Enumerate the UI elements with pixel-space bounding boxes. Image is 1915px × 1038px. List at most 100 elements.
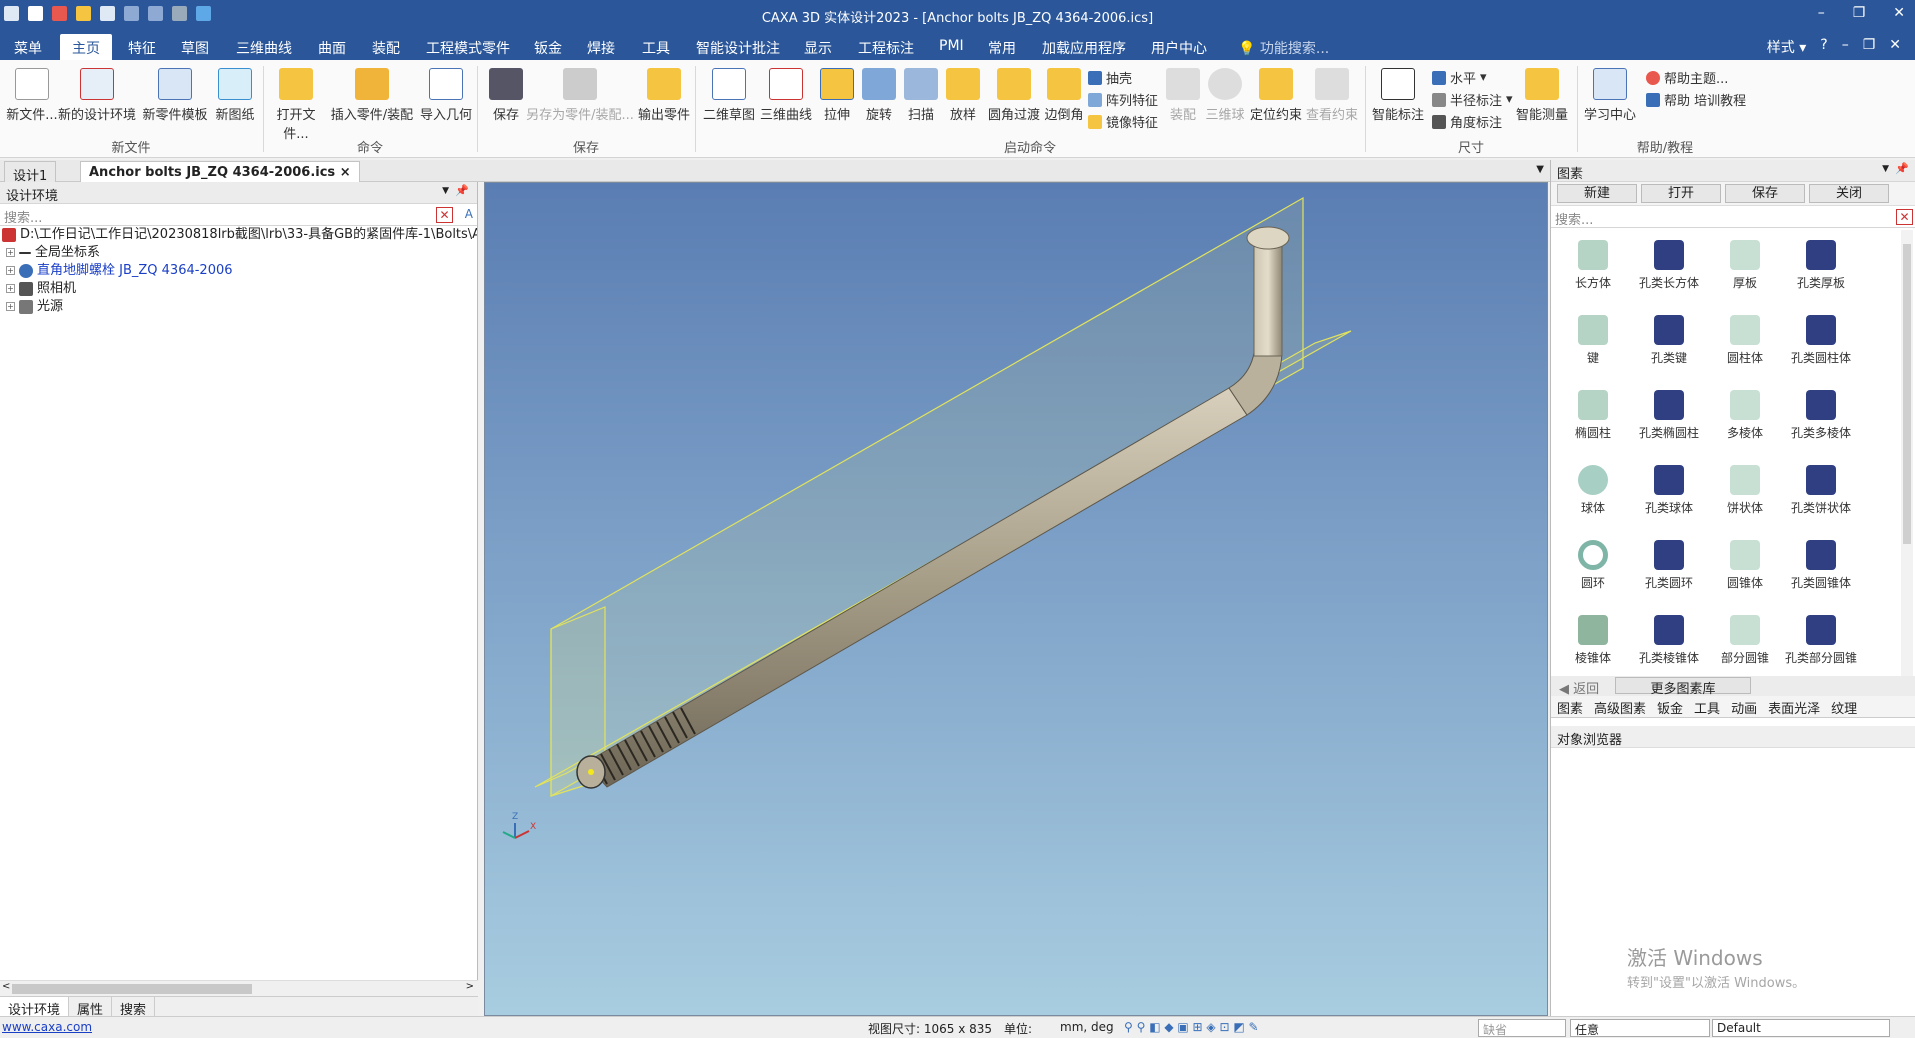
menu-item-engineering-dim[interactable]: 工程标注 <box>858 38 914 58</box>
tab-sheetmetal[interactable]: 钣金 <box>1657 698 1683 717</box>
select-filter-combo[interactable]: 缺省 <box>1478 1019 1566 1037</box>
tabs-dropdown-icon[interactable]: ▼ <box>1536 164 1544 175</box>
save-as-button[interactable]: 另存为零件/装配... <box>526 66 634 123</box>
scrollbar-thumb[interactable] <box>1903 244 1911 544</box>
shape-hole-prism[interactable]: 孔类多棱体 <box>1783 390 1859 441</box>
pin-icon[interactable]: 📌 <box>1895 162 1909 175</box>
menu-item-weld[interactable]: 焊接 <box>587 38 615 58</box>
pin-icon[interactable]: 📌 <box>455 184 469 197</box>
tree-item-light[interactable]: + 光源 <box>0 298 477 316</box>
tree-item-global-coords[interactable]: + 全局坐标系 <box>0 244 477 262</box>
menu-item-home[interactable]: 主页 <box>60 34 112 60</box>
tab-texture[interactable]: 纹理 <box>1831 698 1857 717</box>
import-geometry-button[interactable]: 导入几何 <box>414 66 478 123</box>
menu-item-menu[interactable]: 菜单 <box>14 38 42 58</box>
export-part-button[interactable]: 输出零件 <box>632 66 696 123</box>
style-menu[interactable]: 样式 ▾ <box>1767 37 1806 57</box>
shape-hole-plate[interactable]: 孔类厚板 <box>1783 240 1859 291</box>
tab-advanced-elements[interactable]: 高级图素 <box>1594 698 1646 717</box>
panel-dropdown-icon[interactable]: ▼ <box>442 186 449 196</box>
more-libraries-button[interactable]: 更多图素库 <box>1615 677 1751 697</box>
menu-item-pmi[interactable]: PMI <box>939 38 964 54</box>
tree-item-camera[interactable]: + 照相机 <box>0 280 477 298</box>
shape-plate[interactable]: 厚板 <box>1707 240 1783 291</box>
horizontal-scrollbar[interactable]: < > <box>0 980 478 996</box>
tab-animation[interactable]: 动画 <box>1731 698 1757 717</box>
shape-hole-box[interactable]: 孔类长方体 <box>1631 240 1707 291</box>
shape-hole-sphere[interactable]: 孔类球体 <box>1631 465 1707 516</box>
shape-pie[interactable]: 饼状体 <box>1707 465 1783 516</box>
minimize-doc-button[interactable]: – <box>1842 37 1849 57</box>
shape-box[interactable]: 长方体 <box>1555 240 1631 291</box>
menu-item-load-apps[interactable]: 加载应用程序 <box>1042 38 1126 58</box>
menu-item-surface[interactable]: 曲面 <box>318 38 346 58</box>
horizontal-dim-button[interactable]: 水平 ▾ <box>1432 68 1487 87</box>
new-file-button[interactable]: 新文件... <box>0 66 64 123</box>
pattern-button[interactable]: 阵列特征 <box>1088 90 1158 109</box>
menu-item-3dcurve[interactable]: 三维曲线 <box>236 38 292 58</box>
shape-ellipse-cylinder[interactable]: 椭圆柱 <box>1555 390 1631 441</box>
shape-hole-ellipse-cylinder[interactable]: 孔类椭圆柱 <box>1631 390 1707 441</box>
shape-pyramid[interactable]: 棱锥体 <box>1555 615 1631 666</box>
tree-search-input[interactable]: 搜索... ✕ A <box>0 204 477 226</box>
shape-prism[interactable]: 多棱体 <box>1707 390 1783 441</box>
menu-item-display[interactable]: 显示 <box>804 38 832 58</box>
tab-elements[interactable]: 图素 <box>1557 698 1583 717</box>
scrollbar-thumb[interactable] <box>12 984 252 994</box>
tree-root[interactable]: D:\工作日记\工作日记\20230818lrb截图\lrb\33-具备GB的紧… <box>0 226 477 244</box>
tab-surface-finish[interactable]: 表面光泽 <box>1768 698 1820 717</box>
3d-viewport[interactable]: Z X <box>484 182 1548 1016</box>
shape-scrollbar[interactable] <box>1901 230 1913 680</box>
shape-cylinder[interactable]: 圆柱体 <box>1707 315 1783 366</box>
catalog-search-input[interactable]: 搜索... ✕ <box>1551 206 1915 228</box>
insert-part-button[interactable]: 插入零件/装配 <box>330 66 414 123</box>
expand-icon[interactable]: + <box>6 266 15 275</box>
select-mode-combo[interactable]: 任意 <box>1570 1019 1710 1037</box>
close-tab-icon[interactable]: × <box>340 165 351 180</box>
expand-icon[interactable]: + <box>6 248 15 257</box>
smart-measure-button[interactable]: 智能测量 <box>1510 66 1574 123</box>
scroll-left-icon[interactable]: < <box>2 981 10 992</box>
shape-hole-pie[interactable]: 孔类饼状体 <box>1783 465 1859 516</box>
clear-search-icon[interactable]: ✕ <box>436 207 453 223</box>
tab-anchor-bolts[interactable]: Anchor bolts JB_ZQ 4364-2006.ics × <box>80 161 360 182</box>
shape-torus[interactable]: 圆环 <box>1555 540 1631 591</box>
menu-item-smart-annotation[interactable]: 智能设计批注 <box>696 38 780 58</box>
open-catalog-button[interactable]: 打开 <box>1641 184 1721 203</box>
shape-partial-cone[interactable]: 部分圆锥 <box>1707 615 1783 666</box>
position-constraint-button[interactable]: 定位约束 <box>1244 66 1308 123</box>
view-constraint-button[interactable]: 查看约束 <box>1300 66 1364 123</box>
menu-item-sketch[interactable]: 草图 <box>181 38 209 58</box>
shape-key[interactable]: 键 <box>1555 315 1631 366</box>
chamfer-button[interactable]: 边倒角 <box>1032 66 1096 123</box>
radius-dim-button[interactable]: 半径标注 ▾ <box>1432 90 1513 109</box>
sketch2d-button[interactable]: 二维草图 <box>697 66 761 123</box>
scroll-right-icon[interactable]: > <box>466 981 474 992</box>
menu-item-tools[interactable]: 工具 <box>642 38 670 58</box>
menu-item-engineering-part[interactable]: 工程模式零件 <box>426 38 510 58</box>
shape-hole-cone[interactable]: 孔类圆锥体 <box>1783 540 1859 591</box>
shell-button[interactable]: 抽壳 <box>1088 68 1132 87</box>
new-design-env-button[interactable]: 新的设计环境 <box>58 66 136 123</box>
menu-item-common[interactable]: 常用 <box>988 38 1016 58</box>
tab-search[interactable]: 搜索 <box>112 997 156 1018</box>
shape-hole-pyramid[interactable]: 孔类棱锥体 <box>1631 615 1707 666</box>
expand-icon[interactable]: + <box>6 302 15 311</box>
shape-hole-key[interactable]: 孔类键 <box>1631 315 1707 366</box>
shape-cone[interactable]: 圆锥体 <box>1707 540 1783 591</box>
new-part-template-button[interactable]: 新零件模板 <box>140 66 210 123</box>
shape-hole-partial-cone[interactable]: 孔类部分圆锥 <box>1783 615 1859 666</box>
tab-properties[interactable]: 属性 <box>69 997 113 1018</box>
save-catalog-button[interactable]: 保存 <box>1725 184 1805 203</box>
close-catalog-button[interactable]: 关闭 <box>1809 184 1889 203</box>
training-tutorial-button[interactable]: 帮助 培训教程 <box>1646 90 1746 109</box>
tab-design1[interactable]: 设计1 <box>4 161 57 184</box>
angle-dim-button[interactable]: 角度标注 <box>1432 112 1502 131</box>
back-button[interactable]: ◀ 返回 <box>1559 678 1599 697</box>
view-tools-icons[interactable]: ⚲ ⚲ ◧ ◆ ▣ ⊞ ◈ ⊡ ◩ ✎ <box>1124 1020 1259 1034</box>
function-search[interactable]: 💡 功能搜索... <box>1238 38 1329 58</box>
shape-hole-cylinder[interactable]: 孔类圆柱体 <box>1783 315 1859 366</box>
shape-sphere[interactable]: 球体 <box>1555 465 1631 516</box>
new-catalog-button[interactable]: 新建 <box>1557 184 1637 203</box>
tree-item-anchor-bolt[interactable]: + 直角地脚螺栓 JB_ZQ 4364-2006 <box>0 262 477 280</box>
